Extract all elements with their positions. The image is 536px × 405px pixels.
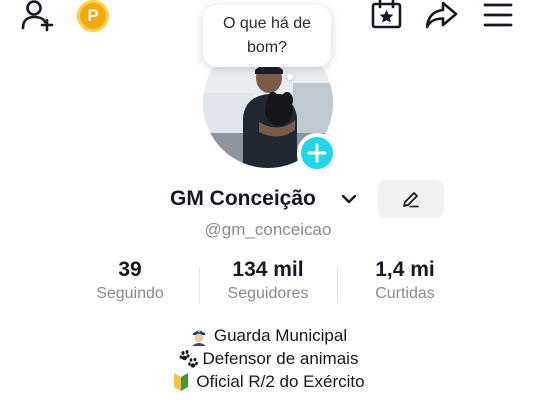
stat-divider (337, 267, 338, 303)
account-switch-button[interactable] (340, 190, 358, 213)
bubble-tail (287, 74, 293, 80)
menu-icon (483, 3, 513, 27)
share-button[interactable] (425, 0, 459, 30)
bio-text: Oficial R/2 do Exército (196, 372, 365, 391)
stat-likes[interactable]: 1,4 mi Curtidas (355, 257, 455, 305)
share-icon (425, 1, 458, 29)
stat-label: Curtidas (375, 285, 435, 302)
stat-value: 1,4 mi (375, 258, 435, 281)
menu-button[interactable] (483, 2, 513, 28)
bubble-line-2: bom? (246, 39, 288, 56)
add-story-button[interactable] (297, 133, 337, 173)
bio-text: Defensor de animais (202, 349, 359, 368)
stat-following[interactable]: 39 Seguindo (80, 257, 180, 305)
stat-value: 39 (118, 258, 142, 281)
stat-followers[interactable]: 134 mil Seguidores (208, 257, 328, 305)
pencil-icon (403, 192, 419, 208)
calendar-button[interactable] (370, 0, 404, 30)
chevron-down-icon (341, 194, 357, 204)
profile-handle: @gm_conceicao (204, 220, 332, 239)
plus-icon (307, 143, 327, 163)
bio-line: Guarda Municipal (0, 324, 536, 347)
stat-label: Seguidores (227, 285, 309, 302)
police-officer-icon (191, 329, 206, 346)
bio-text: Guarda Municipal (213, 326, 348, 345)
paw-prints-icon (179, 349, 198, 368)
add-user-icon (21, 0, 54, 32)
bio: Guarda Municipal Defensor de animais Ofi… (0, 324, 536, 393)
stat-value: 134 mil (232, 258, 304, 281)
status-bubble[interactable]: O que há de bom? (203, 5, 331, 67)
add-friend-button[interactable] (20, 0, 56, 32)
coin-icon: P (87, 6, 99, 25)
bubble-line-1: O que há de (222, 15, 312, 32)
stat-label: Seguindo (96, 285, 164, 302)
profile-name[interactable]: GM Conceição (170, 185, 316, 213)
calendar-star-icon (371, 0, 402, 29)
beginner-symbol-icon (174, 372, 189, 391)
edit-profile-button[interactable] (378, 180, 444, 218)
bio-line: Defensor de animais (0, 347, 536, 370)
stat-divider (199, 267, 200, 303)
coin-button[interactable]: P (77, 0, 109, 32)
bio-line: Oficial R/2 do Exército (0, 370, 536, 393)
